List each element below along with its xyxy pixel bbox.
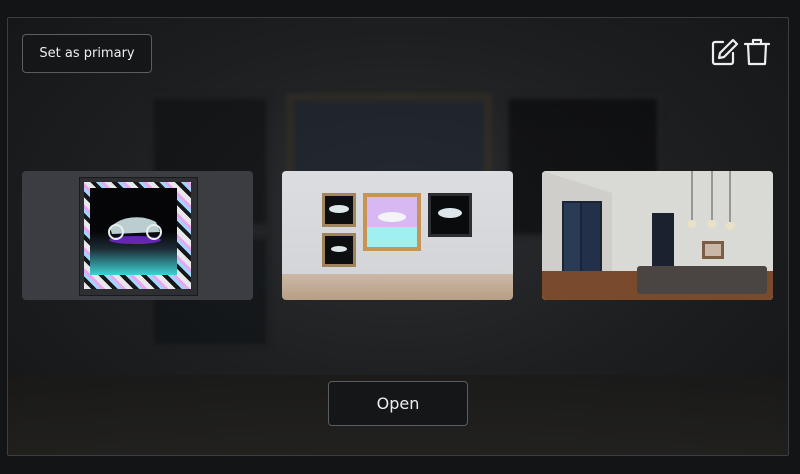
thumbnail-room[interactable] [542,171,773,300]
trash-icon[interactable] [742,37,772,67]
open-button[interactable]: Open [328,381,468,426]
edit-icon[interactable] [709,37,739,67]
motorcycle-artwork [90,188,177,275]
thumbnail-artwork[interactable] [22,171,253,300]
set-as-primary-button[interactable]: Set as primary [22,34,152,73]
thumbnail-wall-arrangement[interactable] [282,171,513,300]
artwork-frame [79,177,198,296]
